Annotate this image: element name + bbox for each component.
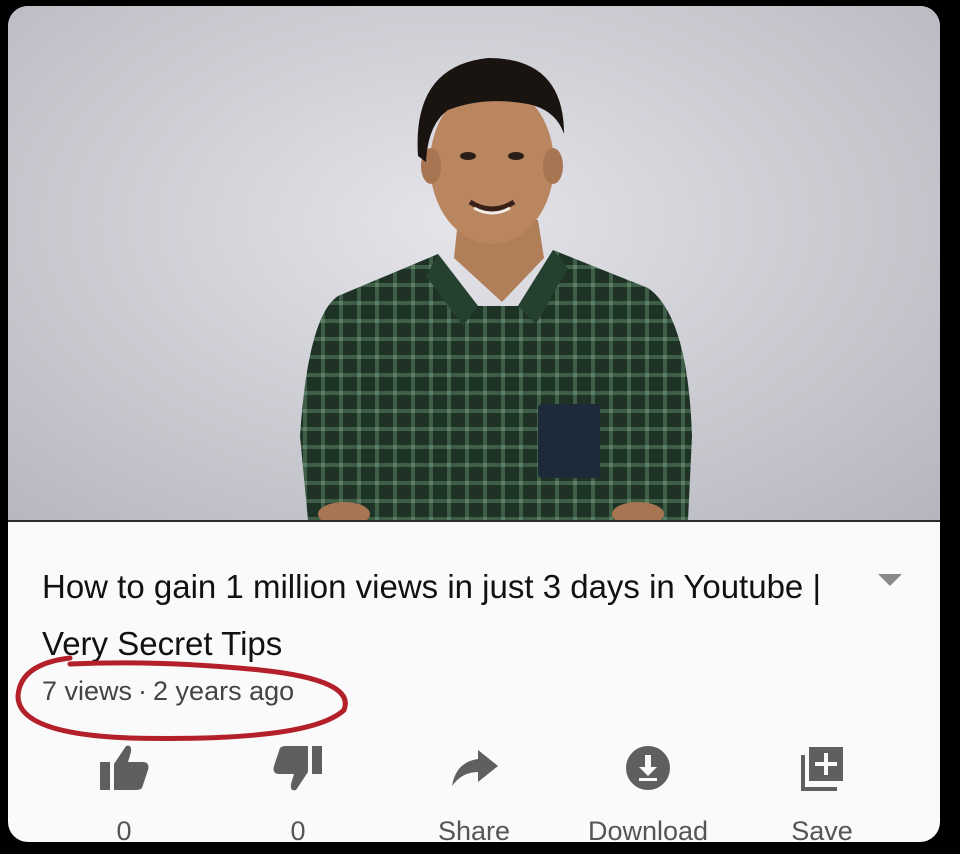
upload-age: 2 years ago [153,676,295,706]
thumbs-down-icon [273,746,322,791]
video-card: How to gain 1 million views in just 3 da… [8,6,940,842]
save-playlist-icon [801,747,843,791]
thumbnail-divider [8,520,940,522]
view-count: 7 views [42,676,133,706]
video-title: How to gain 1 million views in just 3 da… [42,568,822,662]
video-thumbnail[interactable] [8,6,940,520]
download-label: Download [587,816,709,842]
thumbs-up-icon [100,745,149,790]
share-label: Share [437,816,511,842]
save-button[interactable]: Save [742,740,902,842]
download-icon [626,746,670,790]
chevron-down-icon [878,574,902,586]
dislike-count: 0 [290,816,306,842]
presenter-image [300,58,692,520]
meta-separator: · [138,676,148,706]
save-label: Save [791,816,853,842]
share-arrow-icon [452,750,498,786]
download-button[interactable]: Download [568,740,728,842]
video-meta: 7 views · 2 years ago [42,676,294,707]
like-count: 0 [116,816,132,842]
action-bar: 0 0 Share Download Save [8,740,940,842]
share-button[interactable]: Share [394,740,554,842]
like-button[interactable]: 0 [44,740,204,842]
dislike-button[interactable]: 0 [218,740,378,842]
expand-description-button[interactable] [870,568,910,592]
